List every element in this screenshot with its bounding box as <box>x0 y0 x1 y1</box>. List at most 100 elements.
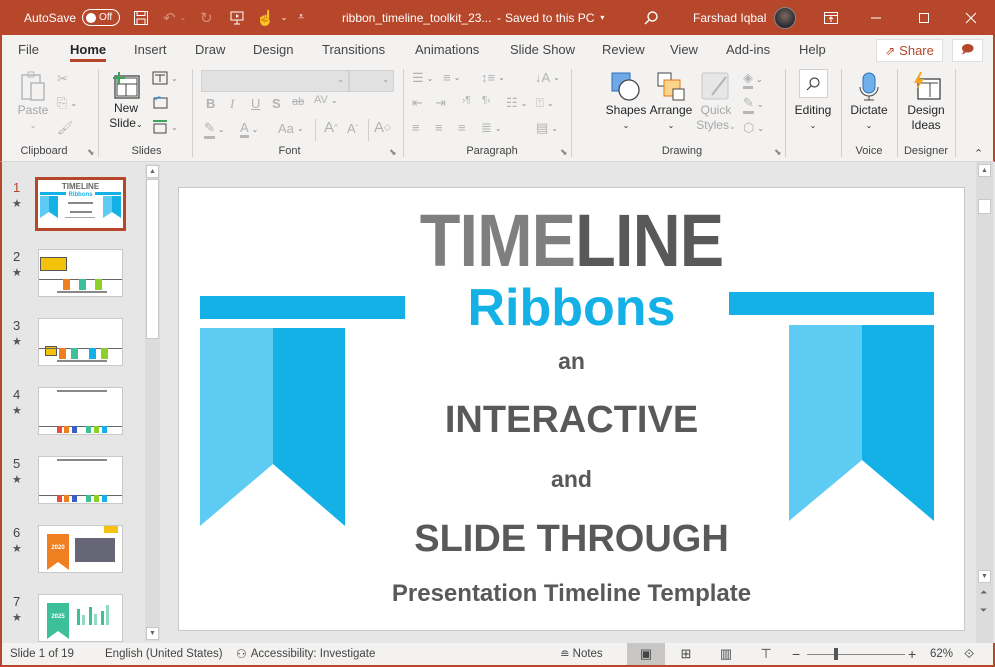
zoom-slider-track[interactable] <box>807 654 905 655</box>
line-spacing-button[interactable]: ↕≡ ⌄ <box>481 70 505 85</box>
thumbnail-scrollbar[interactable]: ▲ ▼ <box>145 164 160 641</box>
section-icon[interactable]: ⌄ <box>152 120 178 134</box>
reading-view-button[interactable]: ▥ <box>707 643 745 665</box>
arrange-button[interactable]: Arrange ⌄ <box>648 71 694 133</box>
thumbnail-slide-1[interactable]: 1 ★ TIMELINE Ribbons <box>2 177 147 236</box>
smartart-button[interactable]: ▤ ⌄ <box>536 120 558 136</box>
autosave-control[interactable]: AutoSave Off <box>24 0 121 35</box>
text-shadow-button[interactable]: S <box>272 96 281 111</box>
font-name-dropdown[interactable]: ⌄ <box>201 70 349 92</box>
tab-insert[interactable]: Insert <box>134 35 167 65</box>
bullets-button[interactable]: ☰ ⌄ <box>412 70 433 86</box>
align-left-button[interactable]: ≡ <box>412 120 420 135</box>
numbering-button[interactable]: ≡ ⌄ <box>443 70 460 85</box>
normal-view-button[interactable]: ▣ <box>627 643 665 665</box>
accessibility-status[interactable]: ⚇ Accessibility: Investigate <box>236 643 375 665</box>
ltr-button[interactable]: ›¶ <box>462 95 471 106</box>
save-icon[interactable] <box>133 0 149 35</box>
layout-icon[interactable]: ⌄ <box>152 71 178 85</box>
collapse-ribbon-icon[interactable]: ⌃ <box>974 147 983 160</box>
scroll-down-icon[interactable]: ▼ <box>978 570 991 583</box>
slide-scrollbar[interactable]: ▲ ▼ ⏶ ⏷ <box>976 162 993 643</box>
tab-home[interactable]: Home <box>70 35 107 65</box>
undo-icon[interactable]: ↶ ⌄ <box>163 0 186 35</box>
shape-effects-button[interactable]: ⬡ ⌄ <box>743 120 764 136</box>
bold-button[interactable]: B <box>206 96 215 111</box>
scrollbar-thumb[interactable] <box>978 199 991 214</box>
avatar[interactable] <box>774 0 796 35</box>
notes-button[interactable]: ≘ Notes <box>560 643 603 665</box>
align-center-button[interactable]: ≡ <box>435 120 443 135</box>
tab-view[interactable]: View <box>670 35 698 65</box>
paragraph-launcher-icon[interactable]: ⬊ <box>560 147 568 158</box>
thumbnail-slide-5[interactable]: 5 ★ <box>2 456 147 512</box>
touch-mode-icon[interactable]: ☝ ⌄ <box>256 0 287 35</box>
font-size-dropdown[interactable]: ⌄ <box>349 70 394 92</box>
next-slide-icon[interactable]: ⏷ <box>980 605 987 616</box>
justify-button[interactable]: ≣ ⌄ <box>481 120 502 136</box>
previous-slide-icon[interactable]: ⏶ <box>980 587 987 598</box>
tab-review[interactable]: Review <box>602 35 645 65</box>
comments-button[interactable]: 🗩 <box>952 39 983 62</box>
thumbnail-slide-6[interactable]: 6 ★ 2020 <box>2 525 147 581</box>
shape-outline-button[interactable]: ✎ ⌄ <box>743 95 764 114</box>
share-button[interactable]: ⇗ Share <box>876 39 943 62</box>
scroll-up-icon[interactable]: ▲ <box>146 165 159 178</box>
tab-add-ins[interactable]: Add-ins <box>726 35 770 65</box>
zoom-in-button[interactable]: + <box>908 643 916 665</box>
reset-slide-icon[interactable] <box>152 95 168 109</box>
zoom-level[interactable]: 62% <box>930 643 953 665</box>
quick-styles-button[interactable]: Quick Styles⌄ <box>694 71 738 134</box>
design-ideas-button[interactable]: Design Ideas <box>902 71 950 133</box>
thumbnail-slide-2[interactable]: 2 ★ <box>2 249 147 305</box>
autosave-toggle[interactable]: Off <box>82 9 121 26</box>
scroll-up-icon[interactable]: ▲ <box>978 164 991 177</box>
grow-font-button[interactable]: A ^ <box>324 119 338 136</box>
tab-file[interactable]: File <box>18 35 39 65</box>
clipboard-launcher-icon[interactable]: ⬊ <box>87 147 95 158</box>
tab-design[interactable]: Design <box>253 35 293 65</box>
underline-button[interactable]: U <box>251 96 260 111</box>
format-painter-icon[interactable]: 🖌 <box>57 120 74 136</box>
scroll-down-icon[interactable]: ▼ <box>146 627 159 640</box>
columns-button[interactable]: ☷ ⌄ <box>506 95 527 111</box>
slide-canvas[interactable]: TIMELINE Ribbons an INTERACTIVE and SLID… <box>178 187 965 631</box>
copy-icon[interactable]: ⎘ ⌄ <box>57 95 77 111</box>
cut-icon[interactable]: ✂ <box>57 71 68 87</box>
increase-indent-button[interactable]: ⇥ <box>435 95 446 111</box>
language-indicator[interactable]: English (United States) <box>105 643 223 665</box>
search-icon[interactable] <box>643 0 659 35</box>
italic-button[interactable]: I <box>230 96 234 112</box>
rtl-button[interactable]: ¶‹ <box>482 95 491 106</box>
new-slide-button[interactable]: New Slide⌄ <box>106 71 146 132</box>
highlight-color-button[interactable]: ✎ ⌄ <box>204 120 225 139</box>
user-name[interactable]: Farshad Iqbal <box>693 0 766 35</box>
shape-fill-button[interactable]: ◈ ⌄ <box>743 70 763 89</box>
paste-button[interactable]: Paste ⌄ <box>16 71 50 133</box>
drawing-launcher-icon[interactable]: ⬊ <box>774 147 782 158</box>
minimize-icon[interactable] <box>870 0 882 35</box>
clear-formatting-button[interactable]: A ◇ <box>374 119 391 136</box>
slide-position[interactable]: Slide 1 of 19 <box>10 643 74 665</box>
tab-slide-show[interactable]: Slide Show <box>510 35 575 65</box>
editing-button[interactable]: Editing ⌄ <box>792 69 834 133</box>
strikethrough-button[interactable]: ab <box>292 96 304 108</box>
align-right-button[interactable]: ≡ <box>458 120 466 135</box>
dictate-button[interactable]: Dictate ⌄ <box>847 71 891 133</box>
save-status[interactable]: - Saved to this PC ▾ <box>497 0 604 35</box>
scrollbar-thumb[interactable] <box>146 179 159 339</box>
redo-icon[interactable]: ↻ <box>200 0 213 35</box>
tab-animations[interactable]: Animations <box>415 35 479 65</box>
shrink-font-button[interactable]: Aˇ <box>347 121 358 136</box>
zoom-slider-thumb[interactable] <box>834 648 839 660</box>
tab-help[interactable]: Help <box>799 35 826 65</box>
text-direction-button[interactable]: ↓A ⌄ <box>535 70 560 85</box>
fit-to-window-button[interactable]: ⟐ <box>964 643 974 665</box>
thumbnail-slide-4[interactable]: 4 ★ <box>2 387 147 443</box>
maximize-icon[interactable] <box>918 0 930 35</box>
slide-show-button[interactable]: ⊤ <box>747 643 785 665</box>
tab-draw[interactable]: Draw <box>195 35 225 65</box>
font-launcher-icon[interactable]: ⬊ <box>389 147 397 158</box>
slide-sorter-button[interactable]: ⊞ <box>667 643 705 665</box>
thumbnail-slide-7[interactable]: 7 ★ 2025 <box>2 594 147 650</box>
